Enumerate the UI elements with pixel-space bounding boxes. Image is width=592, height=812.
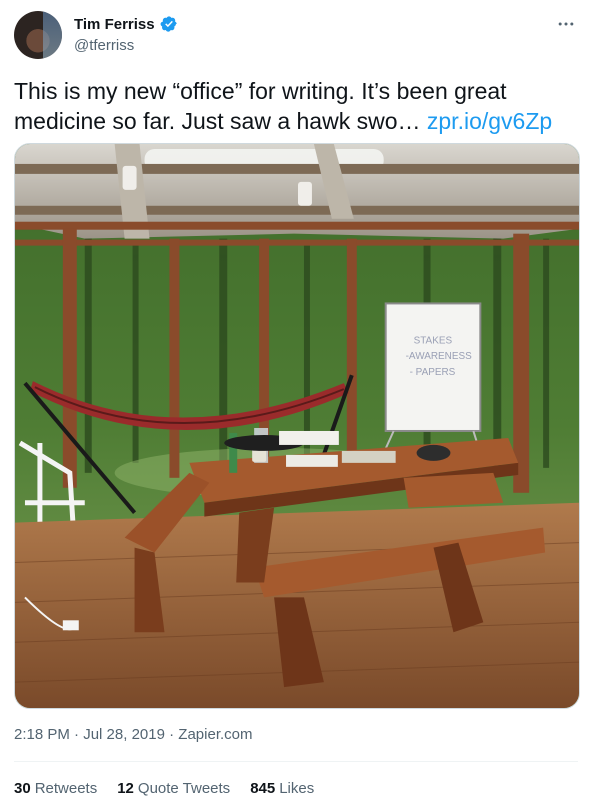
avatar[interactable] (14, 11, 62, 59)
more-dots-icon[interactable] (554, 12, 578, 36)
tweet-date[interactable]: Jul 28, 2019 (83, 726, 165, 743)
author-handle[interactable]: @tferriss (74, 37, 134, 54)
retweets-label: Retweets (34, 780, 98, 797)
engagement-stats: 30 Retweets 12 Quote Tweets 845 Likes (14, 780, 314, 797)
whiteboard-line-1: STAKES (414, 335, 453, 346)
tweet-time[interactable]: 2:18 PM (14, 726, 70, 743)
quotes-count: 12 (117, 780, 134, 797)
display-name[interactable]: Tim Ferriss (74, 16, 155, 33)
retweets-stat[interactable]: 30 Retweets (14, 780, 97, 797)
likes-label: Likes (279, 780, 315, 797)
verified-badge-icon (160, 15, 178, 33)
likes-count: 845 (250, 780, 276, 797)
quote-tweets-stat[interactable]: 12 Quote Tweets (117, 780, 230, 797)
quotes-label: Quote Tweets (137, 780, 231, 797)
tweet: Tim Ferriss @tferriss This is my new “of… (0, 0, 592, 812)
whiteboard-line-3: - PAPERS (410, 367, 456, 378)
meta-separator-1: · (69, 726, 84, 743)
whiteboard-line-2: -AWARENESS (406, 351, 473, 362)
meta-separator-2: · (164, 726, 179, 743)
divider (14, 761, 578, 762)
tweet-photo[interactable]: STAKES -AWARENESS - PAPERS (14, 143, 580, 709)
tweet-text: This is my new “office” for writing. It’… (14, 76, 580, 136)
likes-stat[interactable]: 845 Likes (250, 780, 314, 797)
gazebo-office-photo: STAKES -AWARENESS - PAPERS (15, 144, 579, 708)
retweets-count: 30 (14, 780, 31, 797)
tweet-link[interactable]: zpr.io/gv6Zp (427, 108, 552, 134)
author-name-row: Tim Ferriss (74, 15, 178, 33)
tweet-source[interactable]: Zapier.com (178, 726, 252, 743)
tweet-meta: 2:18 PM · Jul 28, 2019 · Zapier.com (14, 726, 253, 743)
